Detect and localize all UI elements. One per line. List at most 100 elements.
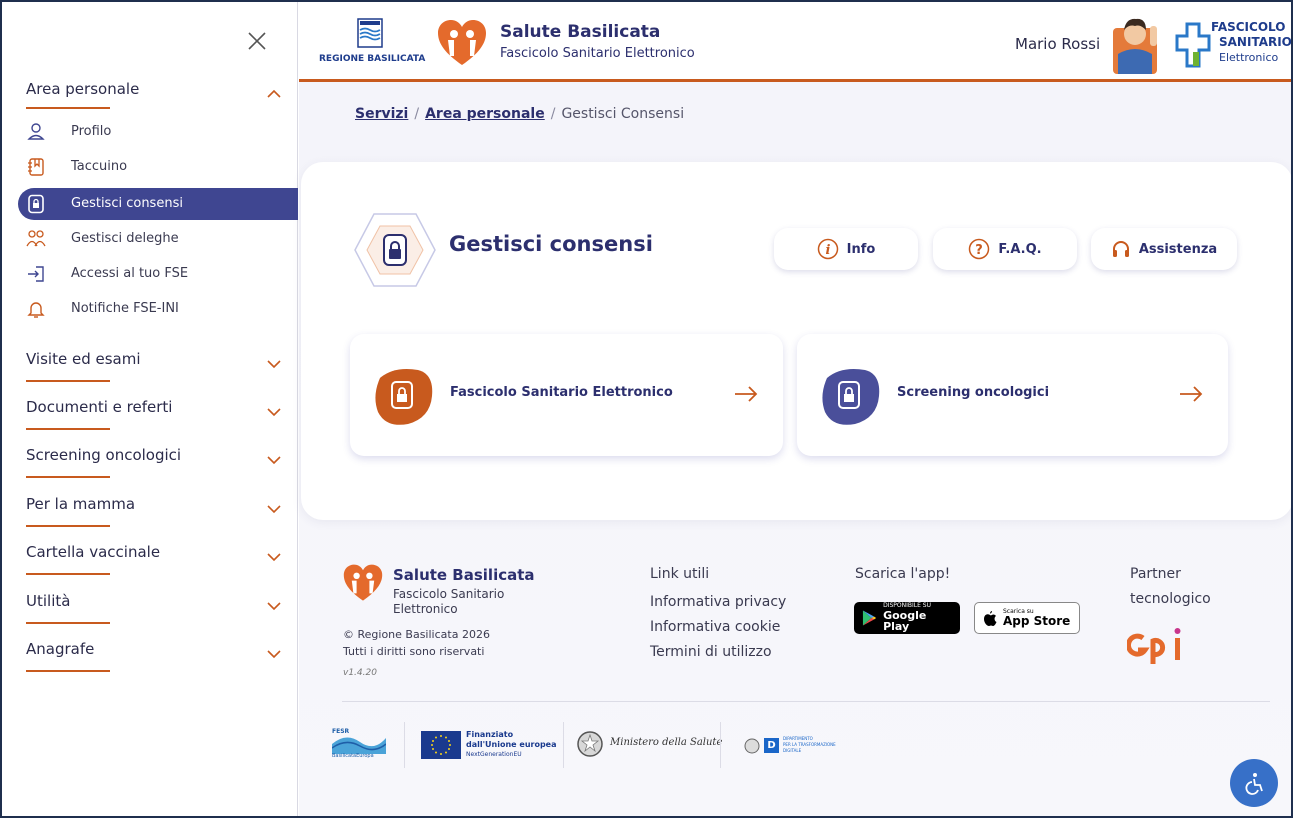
medical-cross-icon xyxy=(1175,22,1211,68)
google-play-big: Google Play xyxy=(883,608,927,634)
app-frame: Area personale Profilo Taccuino Gestisci… xyxy=(0,0,1293,818)
fse-logo[interactable]: FASCICOLO SANITARIO Elettronico xyxy=(1175,20,1292,70)
section-underline xyxy=(26,622,110,624)
dip-label-3: DIGITALE xyxy=(783,748,802,753)
footer-brand-subtitle-1: Fascicolo Sanitario xyxy=(393,587,505,601)
google-play-badge[interactable]: DISPONIBILE SU Google Play xyxy=(854,602,960,634)
accessibility-button[interactable] xyxy=(1230,759,1278,807)
regione-basilicata-logo[interactable]: REGIONE BASILICATA xyxy=(317,18,427,70)
italian-emblem-icon xyxy=(577,731,603,757)
assistenza-button-label: Assistenza xyxy=(1138,241,1218,257)
section-underline xyxy=(26,428,110,430)
sidebar: Area personale Profilo Taccuino Gestisci… xyxy=(2,2,298,816)
user-icon xyxy=(27,123,45,140)
section-underline xyxy=(26,525,110,527)
footer-partner-title-1: Partner xyxy=(1130,566,1181,582)
heart-logo-icon[interactable] xyxy=(436,18,488,68)
italian-emblem-small-icon xyxy=(744,738,760,754)
tile-fascicolo-sanitario[interactable]: Fascicolo Sanitario Elettronico xyxy=(350,334,783,456)
chevron-down-icon xyxy=(267,456,281,465)
eu-flag-icon xyxy=(421,731,461,759)
section-anagrafe[interactable]: Anagrafe xyxy=(26,640,288,664)
footer-version: v1.4.20 xyxy=(343,668,377,678)
hexagon-lock-icon xyxy=(354,213,436,287)
region-crest-icon xyxy=(357,18,383,48)
footer-links-title: Link utili xyxy=(650,566,710,582)
sidebar-item-taccuino[interactable]: Taccuino xyxy=(18,151,298,183)
chevron-down-icon xyxy=(267,360,281,369)
tile-screening-oncologici[interactable]: Screening oncologici xyxy=(797,334,1228,456)
close-sidebar-button[interactable] xyxy=(246,30,268,52)
logo-separator xyxy=(563,722,564,768)
app-store-badge[interactable]: Scarica su App Store xyxy=(974,602,1080,634)
footer-link-cookie[interactable]: Informativa cookie xyxy=(650,619,780,635)
section-label: Documenti e referti xyxy=(26,398,173,416)
google-play-text: DISPONIBILE SU Google Play xyxy=(883,602,952,634)
sidebar-item-gestisci-consensi[interactable]: Gestisci consensi xyxy=(18,188,298,220)
brand-title: Salute Basilicata xyxy=(500,22,661,42)
assistenza-button[interactable]: Assistenza xyxy=(1091,228,1237,270)
breadcrumb-link-area-personale[interactable]: Area personale xyxy=(425,106,545,122)
apple-icon xyxy=(984,610,997,626)
app-store-big: App Store xyxy=(1003,613,1071,628)
footer-link-termini[interactable]: Termini di utilizzo xyxy=(650,644,772,660)
fse-logo-line-1: FASCICOLO xyxy=(1211,20,1286,34)
question-icon: ? xyxy=(969,238,990,260)
lock-document-icon xyxy=(28,194,44,214)
logo-separator xyxy=(720,722,721,768)
section-label: Screening oncologici xyxy=(26,446,182,464)
sidebar-item-label: Taccuino xyxy=(71,159,128,174)
top-header: REGIONE BASILICATA Salute Basilicata Fas… xyxy=(299,2,1292,82)
section-label: Visite ed esami xyxy=(26,350,141,368)
dip-label-2: PER LA TRASFORMAZIONE xyxy=(783,742,836,747)
info-button[interactable]: i Info xyxy=(774,228,918,270)
section-utilita[interactable]: Utilità xyxy=(26,592,288,616)
eu-label-3: NextGenerationEU xyxy=(466,751,522,758)
chevron-down-icon xyxy=(267,650,281,659)
app-store-text: Scarica su App Store xyxy=(1003,608,1071,628)
breadcrumb-link-servizi[interactable]: Servizi xyxy=(355,106,408,122)
breadcrumb-separator: / xyxy=(550,106,556,122)
breadcrumb: Servizi / Area personale / Gestisci Consensi xyxy=(355,106,684,122)
sidebar-item-label: Accessi al tuo FSE xyxy=(71,266,189,281)
faq-button[interactable]: ? F.A.Q. xyxy=(933,228,1077,270)
user-name[interactable]: Mario Rossi xyxy=(1015,35,1100,53)
avatar[interactable] xyxy=(1110,10,1160,74)
sidebar-item-accessi[interactable]: Accessi al tuo FSE xyxy=(18,258,298,290)
sidebar-item-profilo[interactable]: Profilo xyxy=(18,116,298,148)
arrow-right-icon xyxy=(1180,386,1203,402)
section-documenti-referti[interactable]: Documenti e referti xyxy=(26,398,288,422)
section-screening[interactable]: Screening oncologici xyxy=(26,446,288,470)
gpi-logo[interactable] xyxy=(1127,626,1193,666)
dip-label-1: DIPARTIMENTO xyxy=(783,736,813,741)
ministero-label: Ministero della Salute xyxy=(610,737,723,748)
info-icon: i xyxy=(817,238,838,260)
section-underline xyxy=(26,107,110,109)
fesr-label: FESR xyxy=(332,728,350,735)
fesr-logo: FESR BasilicataEuropa xyxy=(331,728,387,764)
brand-subtitle: Fascicolo Sanitario Elettronico xyxy=(500,46,695,61)
footer-heart-logo-icon xyxy=(343,564,383,601)
bell-icon xyxy=(27,302,45,318)
section-area-personale[interactable]: Area personale xyxy=(26,80,288,104)
section-cartella-vaccinale[interactable]: Cartella vaccinale xyxy=(26,543,288,567)
section-underline xyxy=(26,670,110,672)
tile-label: Fascicolo Sanitario Elettronico xyxy=(450,385,673,400)
fesr-sub-label: BasilicataEuropa xyxy=(332,753,374,759)
sidebar-item-gestisci-deleghe[interactable]: Gestisci deleghe xyxy=(18,223,298,255)
login-icon xyxy=(28,266,44,282)
chevron-down-icon xyxy=(267,602,281,611)
fse-logo-line-2: SANITARIO xyxy=(1219,35,1292,49)
section-underline xyxy=(26,476,110,478)
lock-document-icon xyxy=(822,369,880,425)
sidebar-item-notifiche[interactable]: Notifiche FSE-INI xyxy=(18,293,298,325)
footer-link-privacy[interactable]: Informativa privacy xyxy=(650,594,786,610)
digital-d-icon: D xyxy=(764,738,779,753)
breadcrumb-separator: / xyxy=(414,106,420,122)
section-per-la-mamma[interactable]: Per la mamma xyxy=(26,495,288,519)
sidebar-item-label: Profilo xyxy=(71,124,112,139)
section-visite-esami[interactable]: Visite ed esami xyxy=(26,350,288,374)
close-icon xyxy=(248,32,266,50)
logo-separator xyxy=(404,722,405,768)
chevron-up-icon xyxy=(267,89,281,98)
